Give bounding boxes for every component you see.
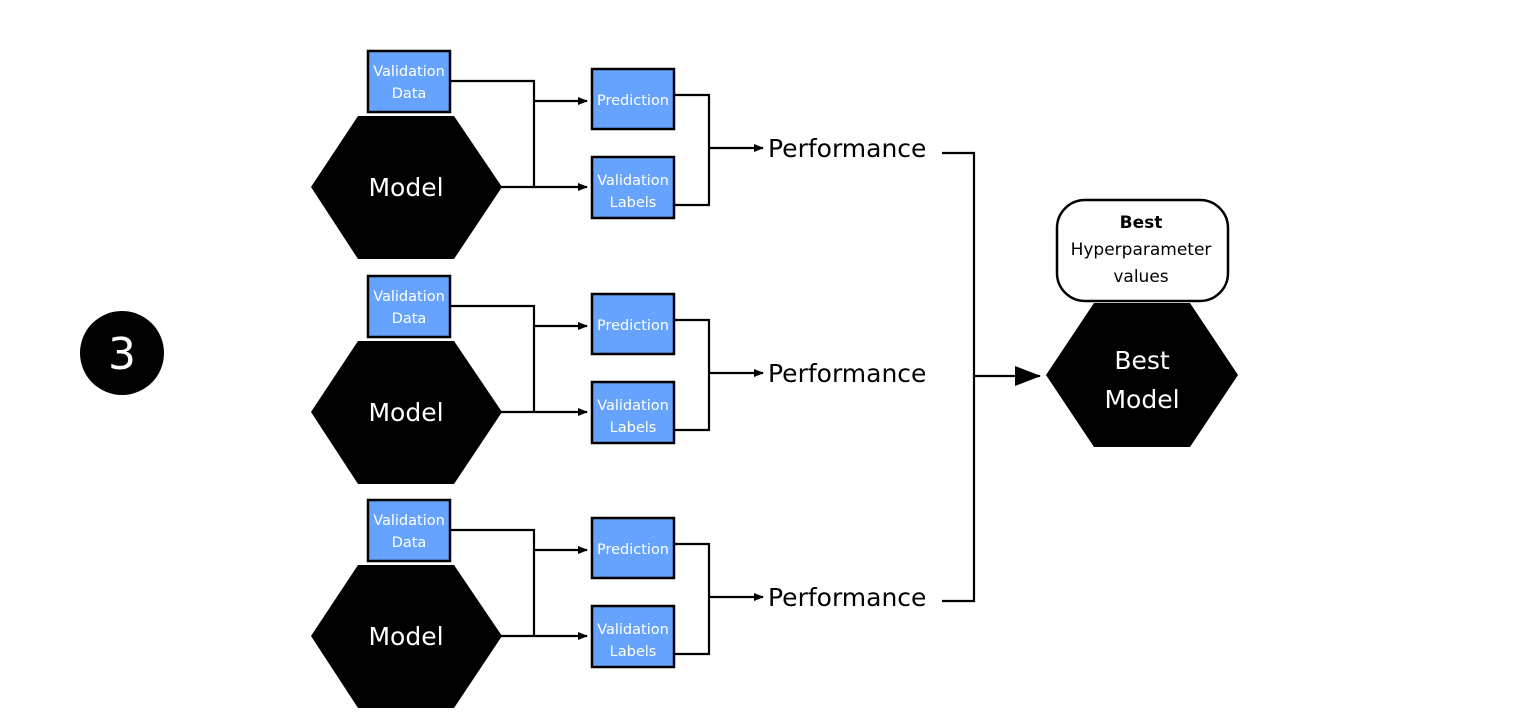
best-model-hexagon [1046, 303, 1238, 447]
best-model-line2: Model [1104, 385, 1179, 414]
connector-merge [675, 93, 711, 207]
model-label: Model [368, 398, 443, 427]
validation-data-line1: Validation [373, 64, 445, 80]
performance-label: Performance [768, 134, 926, 163]
connector-merge [675, 318, 711, 432]
validation-data-box [366, 274, 452, 339]
performance-label: Performance [768, 583, 926, 612]
validation-data-line2: Data [392, 311, 427, 327]
validation-data-line2: Data [392, 86, 427, 102]
prediction-label: Prediction [597, 318, 669, 334]
aggregation-connector [942, 151, 1041, 603]
validation-labels-line2: Labels [610, 644, 657, 660]
best-hyperparameters-node: Best Hyperparameter values [1055, 198, 1230, 303]
hyperparameter-title: Best [1120, 213, 1163, 233]
connector-merge [675, 542, 711, 656]
bracket-line [942, 151, 976, 603]
validation-labels-line1: Validation [597, 173, 669, 189]
performance-label: Performance [768, 359, 926, 388]
validation-labels-line2: Labels [610, 195, 657, 211]
validation-data-box [366, 498, 452, 563]
validation-data-line1: Validation [373, 513, 445, 529]
best-model-line1: Best [1114, 346, 1170, 375]
model-label: Model [368, 173, 443, 202]
validation-data-line2: Data [392, 535, 427, 551]
pipeline-1: Model Validation Data Prediction Validation L… [311, 49, 926, 259]
hyperparameter-line3: values [1113, 267, 1168, 287]
prediction-label: Prediction [597, 93, 669, 109]
hyperparameter-line2: Hyperparameter [1071, 240, 1212, 260]
diagram-canvas: 3 Model Validation Data Prediction Validatio… [80, 49, 1238, 708]
step-number: 3 [108, 329, 136, 380]
model-label: Model [368, 622, 443, 651]
validation-data-line1: Validation [373, 289, 445, 305]
best-model-node: Best Model [1046, 303, 1238, 447]
validation-labels-line1: Validation [597, 398, 669, 414]
validation-data-box [366, 49, 452, 114]
validation-labels-line1: Validation [597, 622, 669, 638]
pipeline-2: Model Validation Data Prediction Validation L… [311, 274, 926, 484]
prediction-label: Prediction [597, 542, 669, 558]
validation-labels-line2: Labels [610, 420, 657, 436]
pipeline-3: Model Validation Data Prediction Validation L… [311, 498, 926, 708]
step-badge: 3 [80, 311, 164, 395]
